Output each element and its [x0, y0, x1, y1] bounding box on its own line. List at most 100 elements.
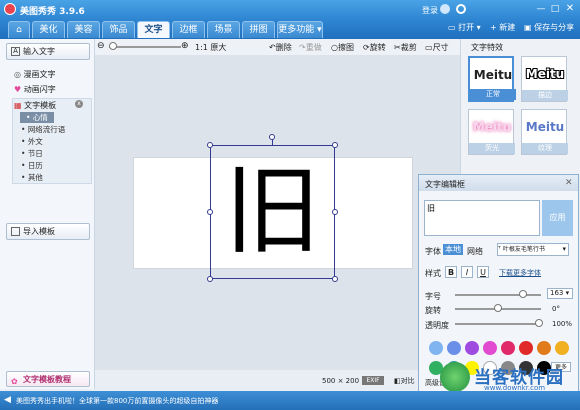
template-sub-netlang[interactable]: • 网络流行语: [21, 124, 65, 135]
text-box[interactable]: 旧: [210, 145, 335, 279]
resize-handle-r[interactable]: [332, 209, 338, 215]
exif-badge[interactable]: EXIF: [362, 376, 384, 385]
plus-icon: +: [490, 23, 500, 32]
size-button[interactable]: ▭尺寸: [425, 42, 449, 53]
crop-button[interactable]: ✂裁剪: [394, 42, 417, 53]
template-sub-foreign[interactable]: • 外文: [21, 136, 43, 147]
tab-beautify[interactable]: 美化: [32, 21, 65, 38]
actual-size-button[interactable]: 1:1 原大: [195, 42, 226, 53]
color-swatch[interactable]: [555, 341, 569, 355]
resize-handle-l[interactable]: [207, 209, 213, 215]
opacity-slider[interactable]: [455, 323, 541, 325]
input-text-button[interactable]: A 输入文字: [6, 43, 90, 60]
compare-button[interactable]: ◧对比: [394, 376, 415, 386]
folder-icon: ▭: [448, 23, 459, 32]
tab-more[interactable]: 更多功能 ▾: [277, 21, 323, 38]
delete-button[interactable]: ↶删除: [269, 42, 292, 53]
opacity-knob[interactable]: [535, 319, 543, 327]
tab-text[interactable]: 文字: [137, 21, 170, 38]
color-swatch[interactable]: [519, 341, 533, 355]
rotate-label: 旋转: [425, 306, 441, 315]
color-swatch[interactable]: [447, 341, 461, 355]
resize-handle-tl[interactable]: [207, 142, 213, 148]
tab-decor[interactable]: 饰品: [102, 21, 135, 38]
zoom-slider[interactable]: [109, 46, 181, 48]
color-swatch[interactable]: [429, 341, 443, 355]
minimize-icon[interactable]: —: [534, 4, 548, 15]
template-sub-other[interactable]: • 其他: [21, 172, 43, 183]
tab-collage[interactable]: 拼图: [242, 21, 275, 38]
import-template-button[interactable]: 导入模板: [6, 223, 90, 240]
open-label: 打开: [458, 23, 475, 32]
effect-stroke[interactable]: Meitu 描边: [521, 56, 568, 102]
editor-title: 文字编辑框: [425, 180, 465, 189]
status-tip[interactable]: 美图秀秀出手机啦！全球第一款800万前置摄像头的超级自拍神器: [16, 396, 218, 406]
rotate-button[interactable]: ⟳旋转: [363, 42, 386, 53]
tab-border[interactable]: 边框: [172, 21, 205, 38]
color-swatch[interactable]: [501, 341, 515, 355]
size-select[interactable]: 163 ▾: [547, 288, 573, 299]
color-swatch[interactable]: [537, 341, 551, 355]
template-icon: ▦: [14, 101, 25, 110]
size-slider[interactable]: [455, 294, 541, 296]
redo-button[interactable]: ↷重做: [299, 42, 322, 53]
save-share-button[interactable]: ▣ 保存与分享: [524, 22, 574, 33]
font-local-tab[interactable]: 本地: [443, 244, 463, 255]
font-select[interactable]: ᵀ 叶根友毛笔行书 ▾: [497, 243, 569, 256]
download-fonts-link[interactable]: 下载更多字体: [499, 268, 541, 278]
resize-handle-bl[interactable]: [207, 276, 213, 282]
underline-button[interactable]: U: [477, 266, 489, 278]
size-knob[interactable]: [519, 290, 527, 298]
bold-button[interactable]: B: [445, 266, 457, 278]
home-tab[interactable]: ⌂: [8, 21, 30, 38]
effect-normal[interactable]: Meitu 正常: [468, 56, 516, 102]
tab-scene[interactable]: 场景: [207, 21, 240, 38]
color-swatch[interactable]: [465, 341, 479, 355]
maximize-icon[interactable]: □: [548, 4, 562, 15]
settings-icon[interactable]: [456, 4, 466, 14]
image-dimensions: 500 × 200: [322, 377, 360, 385]
rotate-handle[interactable]: [269, 134, 275, 140]
template-sub-holiday[interactable]: • 节日: [21, 148, 43, 159]
rotate-knob[interactable]: [494, 304, 502, 312]
zoom-knob[interactable]: [109, 42, 117, 50]
font-net-tab[interactable]: 网络: [467, 246, 483, 257]
tab-skin[interactable]: 美容: [67, 21, 100, 38]
comic-text-item[interactable]: ◎ 漫画文字: [14, 69, 56, 80]
login-link[interactable]: 登录: [422, 5, 438, 16]
effects-title: 文字特效: [471, 43, 503, 52]
zoom-out-icon[interactable]: ⊖: [97, 41, 105, 51]
speaker-icon: ◀: [4, 395, 11, 405]
text-template-item[interactable]: ▦ 文字模板: [14, 100, 56, 111]
template-tutorial-button[interactable]: ✿ 文字模板教程: [6, 371, 90, 387]
resize-handle-br[interactable]: [332, 276, 338, 282]
close-icon[interactable]: ✕: [563, 3, 577, 15]
erase-button[interactable]: ○擦图: [331, 42, 354, 53]
effect-caption: 纹理: [522, 143, 568, 154]
template-tutorial-label: 文字模板教程: [23, 375, 71, 384]
text-input[interactable]: 旧: [424, 200, 540, 236]
zoom-in-icon[interactable]: ⊕: [181, 41, 189, 51]
redo-icon: ↷: [299, 43, 306, 52]
flower-icon: ✿: [11, 377, 18, 386]
effect-texture[interactable]: Meitu 纹理: [521, 109, 568, 155]
text-glyph: 旧: [224, 155, 321, 267]
open-button[interactable]: ▭ 打开 ▾: [448, 22, 481, 33]
new-button[interactable]: + 新建: [490, 22, 515, 33]
font-label: 字体: [425, 247, 441, 256]
template-sub-calendar[interactable]: • 日历: [21, 160, 43, 171]
style-label: 样式: [425, 269, 441, 278]
template-sub-mood[interactable]: • 心情: [20, 112, 54, 123]
effect-glow[interactable]: Meitu 荧光: [468, 109, 515, 155]
apply-button[interactable]: 应用: [542, 200, 573, 236]
home-icon: ⌂: [16, 25, 22, 35]
anim-text-item[interactable]: ♥ 动画闪字: [14, 84, 56, 95]
collapse-icon[interactable]: x: [75, 100, 83, 108]
resize-handle-tr[interactable]: [332, 142, 338, 148]
user-icon[interactable]: [440, 4, 450, 14]
main-nav: ⌂ 美化 美容 饰品 文字 边框 场景 拼图 更多功能 ▾ ▭ 打开 ▾ + 新…: [0, 19, 580, 39]
color-swatch[interactable]: [483, 341, 497, 355]
undo-icon: ↶: [269, 43, 276, 52]
close-icon[interactable]: ✕: [565, 178, 573, 188]
italic-button[interactable]: I: [461, 266, 473, 278]
